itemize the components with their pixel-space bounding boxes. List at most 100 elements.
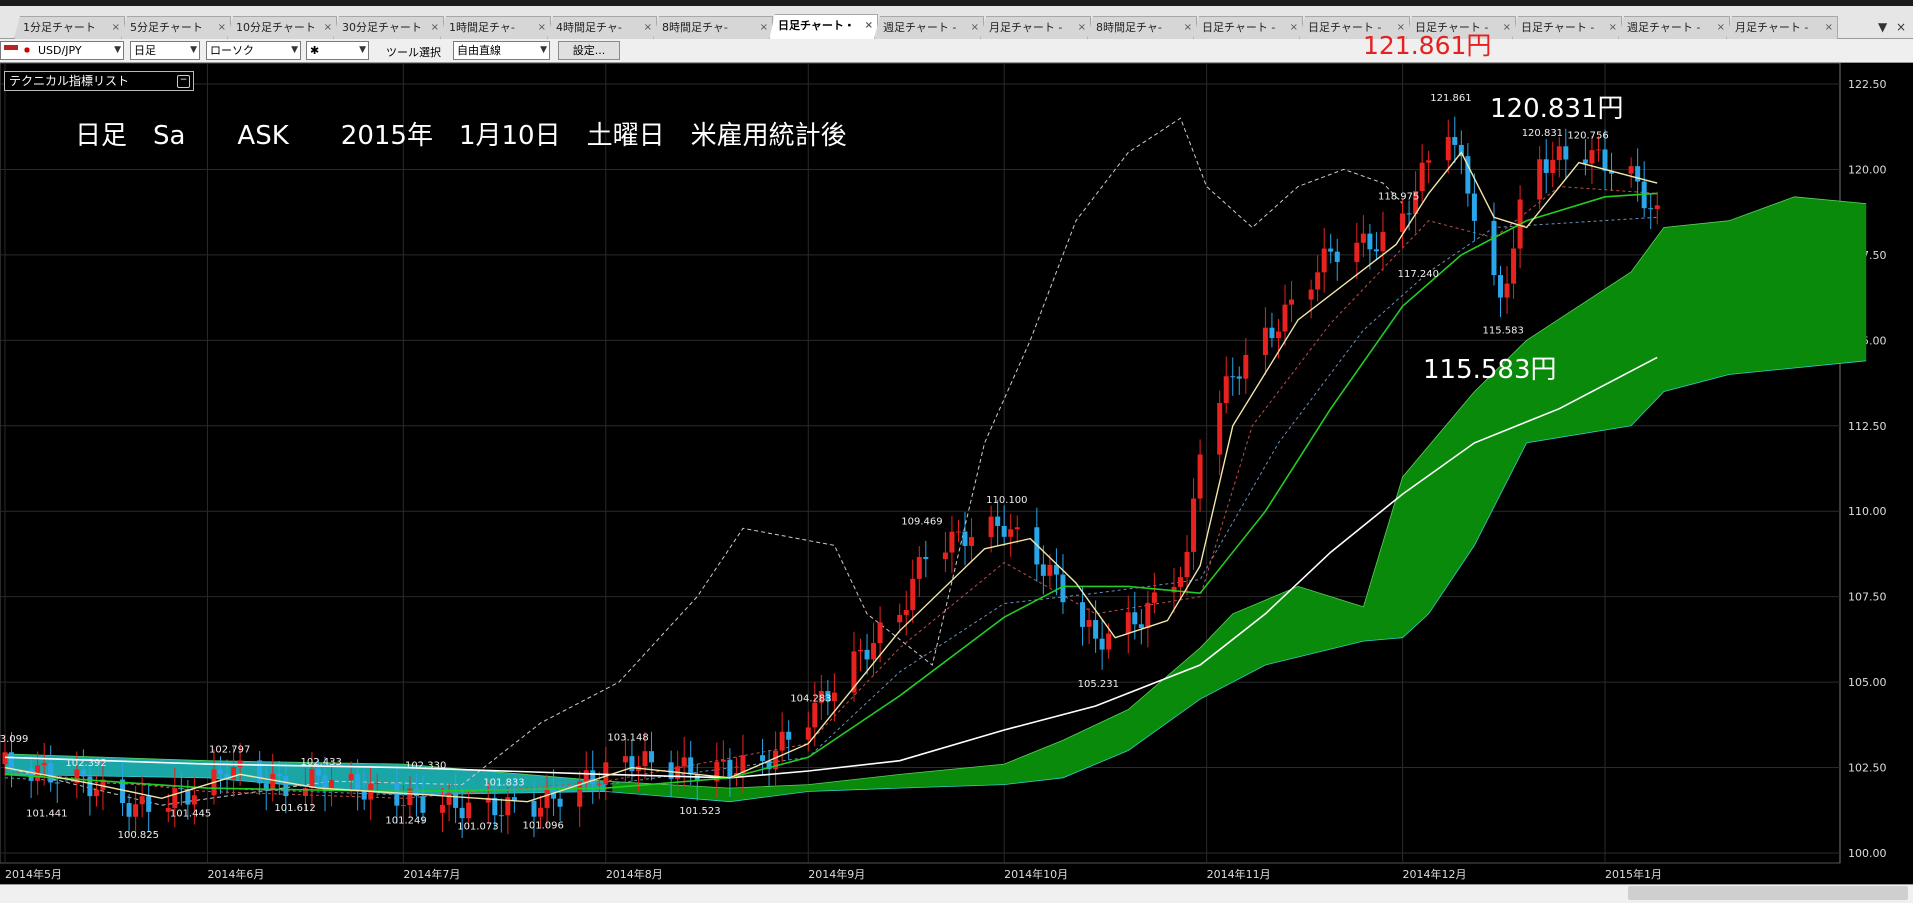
candle-body bbox=[590, 770, 596, 785]
close-all-icon[interactable]: × bbox=[1896, 20, 1906, 34]
tab-11[interactable]: 8時間足チャ- × bbox=[1087, 16, 1197, 39]
candle-body bbox=[1308, 289, 1314, 300]
tab-label: 日足チャート・ bbox=[778, 19, 855, 32]
candle-body bbox=[139, 796, 145, 805]
candle-body bbox=[1648, 208, 1654, 210]
tab-6[interactable]: 4時間足チャ- × bbox=[547, 16, 657, 39]
candle-body bbox=[942, 552, 948, 560]
close-icon[interactable]: × bbox=[644, 17, 652, 38]
close-icon[interactable]: × bbox=[1078, 17, 1086, 38]
candle-body bbox=[1047, 564, 1053, 576]
tab-list-dropdown-icon[interactable]: ▼ bbox=[1878, 20, 1887, 34]
candle-body bbox=[1269, 327, 1275, 339]
close-icon[interactable]: × bbox=[865, 15, 873, 36]
candle-body bbox=[1550, 159, 1556, 173]
technical-indicator-list[interactable]: テクニカル指標リスト − bbox=[4, 71, 194, 91]
candle-body bbox=[1217, 402, 1223, 455]
peak-price-annotation: 121.861円 bbox=[1363, 31, 1492, 60]
close-icon[interactable]: × bbox=[1184, 17, 1192, 38]
tab-16[interactable]: 週足チャート - × bbox=[1618, 16, 1730, 39]
candle-body bbox=[1125, 612, 1131, 634]
horizontal-scrollbar[interactable] bbox=[1628, 886, 1908, 900]
candle-body bbox=[805, 727, 811, 740]
chevron-down-icon: ▼ bbox=[190, 45, 197, 55]
candle-body bbox=[270, 773, 276, 790]
price-label: 117.240 bbox=[1398, 269, 1439, 280]
y-tick-label: 100.00 bbox=[1848, 847, 1887, 860]
candle-body bbox=[531, 800, 537, 817]
close-icon[interactable]: × bbox=[1825, 17, 1833, 38]
tab-5[interactable]: 1時間足チャ- × bbox=[440, 16, 551, 39]
close-icon[interactable]: × bbox=[324, 17, 332, 38]
tab-10[interactable]: 月足チャート - × bbox=[980, 16, 1091, 39]
candle-body bbox=[466, 802, 472, 819]
candle-body bbox=[1321, 248, 1327, 273]
candle-body bbox=[1243, 354, 1249, 379]
candle-body bbox=[48, 763, 54, 783]
tab-8[interactable]: 日足チャート・ × bbox=[769, 14, 878, 40]
tab-15[interactable]: 日足チャート - × bbox=[1512, 16, 1622, 39]
close-icon[interactable]: × bbox=[112, 17, 120, 38]
tab-4[interactable]: 30分足チャート × bbox=[333, 16, 444, 39]
candle-body bbox=[1419, 162, 1425, 192]
candle-body bbox=[315, 769, 321, 776]
price-chart[interactable]: 122.50120.00117.50115.00112.50110.00107.… bbox=[0, 63, 1913, 884]
settings-button[interactable]: 設定... bbox=[558, 41, 620, 60]
tab-1[interactable]: 1分足チャート × bbox=[14, 16, 125, 39]
close-icon[interactable]: × bbox=[971, 17, 979, 38]
candle-body bbox=[1262, 327, 1268, 355]
close-icon[interactable]: × bbox=[431, 17, 439, 38]
candle-body bbox=[498, 815, 504, 817]
candle-body bbox=[596, 783, 602, 785]
chart-info-line: 日足 Sa ASK 2015年 1月10日 土曜日 米雇用統計後 bbox=[75, 121, 847, 151]
chart-tab-bar: 1分足チャート × 5分足チャート × 10分足チャート × 30分足チャート × 1時間足チャ… bbox=[0, 6, 1913, 40]
candle-body bbox=[995, 516, 1001, 526]
tab-12[interactable]: 日足チャート - × bbox=[1193, 16, 1303, 39]
candle-body bbox=[1315, 272, 1321, 290]
candle-body bbox=[283, 776, 289, 797]
close-icon[interactable]: × bbox=[1609, 17, 1617, 38]
y-tick-label: 110.00 bbox=[1848, 505, 1887, 518]
tab-7[interactable]: 8時間足チャ- × bbox=[653, 16, 773, 39]
candle-body bbox=[1086, 620, 1092, 627]
tab-9[interactable]: 週足チャート - × bbox=[874, 16, 984, 39]
candle-body bbox=[394, 782, 400, 806]
close-icon[interactable]: × bbox=[1503, 17, 1511, 38]
low-annotation: 115.583円 bbox=[1423, 355, 1557, 385]
close-icon[interactable]: × bbox=[218, 17, 226, 38]
candle-body bbox=[1040, 564, 1046, 576]
period-select[interactable]: 日足 ▼ bbox=[130, 41, 200, 60]
line-tool-select[interactable]: 自由直線 ▼ bbox=[453, 41, 550, 60]
candle-body bbox=[1595, 149, 1601, 151]
draw-color-select[interactable]: ✱ ▼ bbox=[306, 41, 369, 60]
tab-label: 8時間足チャ- bbox=[1096, 21, 1162, 34]
tab-label: 30分足チャート bbox=[342, 21, 422, 34]
tool-select-label: ツール選択 bbox=[386, 46, 441, 59]
candle-body bbox=[126, 803, 132, 817]
minimize-icon[interactable]: − bbox=[177, 75, 190, 88]
candle-body bbox=[374, 782, 380, 784]
price-label: 110.100 bbox=[986, 495, 1027, 506]
candle-body bbox=[1537, 159, 1543, 200]
candle-body bbox=[603, 762, 609, 784]
candle-body bbox=[1589, 150, 1595, 164]
candle-body bbox=[897, 614, 903, 623]
candle-body bbox=[1178, 577, 1184, 587]
close-icon[interactable]: × bbox=[760, 17, 768, 38]
tab-3[interactable]: 10分足チャート × bbox=[227, 16, 337, 39]
price-label: 121.861 bbox=[1430, 93, 1471, 104]
x-tick-label: 2014年5月 bbox=[5, 867, 62, 881]
candle-body bbox=[557, 798, 563, 807]
candle-body bbox=[237, 760, 243, 768]
close-icon[interactable]: × bbox=[538, 17, 546, 38]
currency-pair-select[interactable]: USD/JPY ▼ bbox=[0, 41, 124, 60]
chart-type-select[interactable]: ローソク ▼ bbox=[206, 41, 301, 60]
candle-body bbox=[1230, 376, 1236, 378]
close-icon[interactable]: × bbox=[1717, 17, 1725, 38]
y-tick-label: 112.50 bbox=[1848, 420, 1887, 433]
close-icon[interactable]: × bbox=[1290, 17, 1298, 38]
tab-2[interactable]: 5分足チャート × bbox=[121, 16, 231, 39]
tab-label: 5分足チャート bbox=[130, 21, 203, 34]
tab-17[interactable]: 月足チャート - × bbox=[1726, 16, 1838, 39]
price-label: 101.445 bbox=[170, 809, 211, 820]
